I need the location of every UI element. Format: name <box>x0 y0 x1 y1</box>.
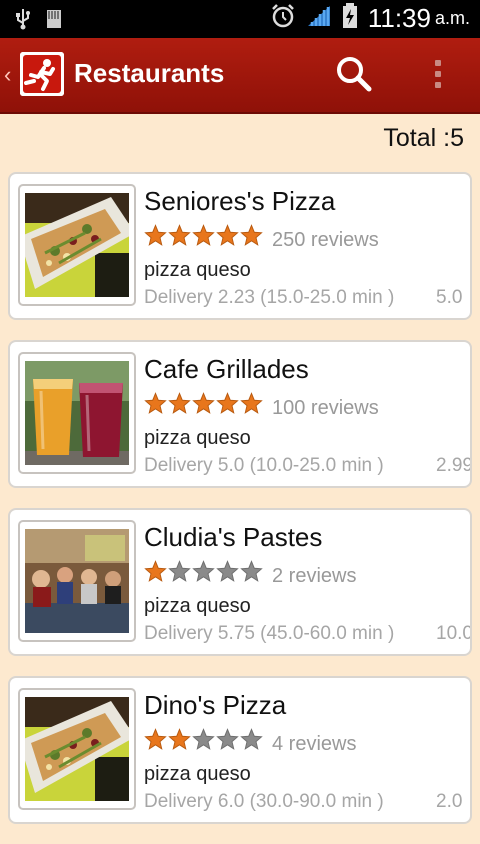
back-chevron-icon[interactable]: ‹ <box>4 62 11 88</box>
star-empty-icon <box>240 728 263 751</box>
pizza-dish-image <box>25 193 129 297</box>
extra-value: 2.99 <box>436 455 472 476</box>
extra-value: 5.0 <box>436 287 463 308</box>
restaurant-thumbnail <box>18 184 136 306</box>
review-count: 100 reviews <box>272 397 379 419</box>
delivery-info: Delivery 5.75 (45.0-60.0 min ) <box>144 623 395 644</box>
usb-icon <box>14 8 32 35</box>
star-empty-icon <box>192 560 215 583</box>
signal-icon <box>306 4 332 33</box>
star-filled-icon <box>144 728 167 751</box>
overflow-menu-icon[interactable] <box>426 54 450 94</box>
restaurant-list: Seniores's Pizza 250 reviews pizza queso… <box>8 172 472 844</box>
restaurant-card[interactable]: Cludia's Pastes 2 reviews pizza queso De… <box>8 508 472 656</box>
rating-stars <box>144 560 263 583</box>
pizza-dish-image <box>25 697 129 801</box>
star-filled-icon <box>168 392 191 415</box>
restaurant-thumbnail <box>18 688 136 810</box>
rating-stars <box>144 392 263 415</box>
star-filled-icon <box>216 224 239 247</box>
cuisine-label: pizza queso <box>144 595 251 617</box>
star-empty-icon <box>192 728 215 751</box>
star-filled-icon <box>240 392 263 415</box>
clock-time: 11:39 <box>367 3 431 33</box>
alarm-icon <box>270 3 296 34</box>
page-title: Restaurants <box>74 58 225 88</box>
total-count: Total :5 <box>383 124 464 152</box>
battery-charging-icon <box>342 3 358 34</box>
star-filled-icon <box>168 728 191 751</box>
star-empty-icon <box>216 560 239 583</box>
star-filled-icon <box>144 560 167 583</box>
star-filled-icon <box>240 224 263 247</box>
cuisine-label: pizza queso <box>144 427 251 449</box>
cuisine-label: pizza queso <box>144 259 251 281</box>
review-count: 4 reviews <box>272 733 357 755</box>
star-empty-icon <box>168 560 191 583</box>
star-filled-icon <box>168 224 191 247</box>
delivery-info: Delivery 5.0 (10.0-25.0 min ) <box>144 455 384 476</box>
extra-value: 2.0 <box>436 791 463 812</box>
clock-ampm: a.m. <box>434 8 470 28</box>
restaurant-thumbnail <box>18 352 136 474</box>
star-filled-icon <box>192 224 215 247</box>
app-logo-icon[interactable] <box>20 52 64 96</box>
review-count: 2 reviews <box>272 565 357 587</box>
delivery-info: Delivery 2.23 (15.0-25.0 min ) <box>144 287 395 308</box>
restaurant-name: Cludia's Pastes <box>144 522 323 552</box>
restaurant-name: Seniores's Pizza <box>144 186 336 216</box>
action-bar: ‹ Restaurants <box>0 38 480 114</box>
star-filled-icon <box>216 392 239 415</box>
delivery-info: Delivery 6.0 (30.0-90.0 min ) <box>144 791 384 812</box>
status-bar: 11:39 a.m. <box>0 0 480 38</box>
restaurant-card[interactable]: Dino's Pizza 4 reviews pizza queso Deliv… <box>8 676 472 824</box>
extra-value: 10.0 <box>436 623 472 644</box>
cuisine-label: pizza queso <box>144 763 251 785</box>
rating-stars <box>144 224 263 247</box>
restaurant-interior-image <box>25 529 129 633</box>
rating-stars <box>144 728 263 751</box>
restaurant-card[interactable]: Cafe Grillades 100 reviews pizza queso D… <box>8 340 472 488</box>
star-filled-icon <box>144 392 167 415</box>
restaurant-thumbnail <box>18 520 136 642</box>
drinks-image <box>25 361 129 465</box>
restaurant-name: Cafe Grillades <box>144 354 309 384</box>
star-empty-icon <box>240 560 263 583</box>
star-empty-icon <box>216 728 239 751</box>
sd-card-icon <box>46 9 62 34</box>
review-count: 250 reviews <box>272 229 379 251</box>
restaurant-card[interactable]: Seniores's Pizza 250 reviews pizza queso… <box>8 172 472 320</box>
star-filled-icon <box>144 224 167 247</box>
search-icon[interactable] <box>334 54 374 94</box>
star-filled-icon <box>192 392 215 415</box>
restaurant-name: Dino's Pizza <box>144 690 287 720</box>
